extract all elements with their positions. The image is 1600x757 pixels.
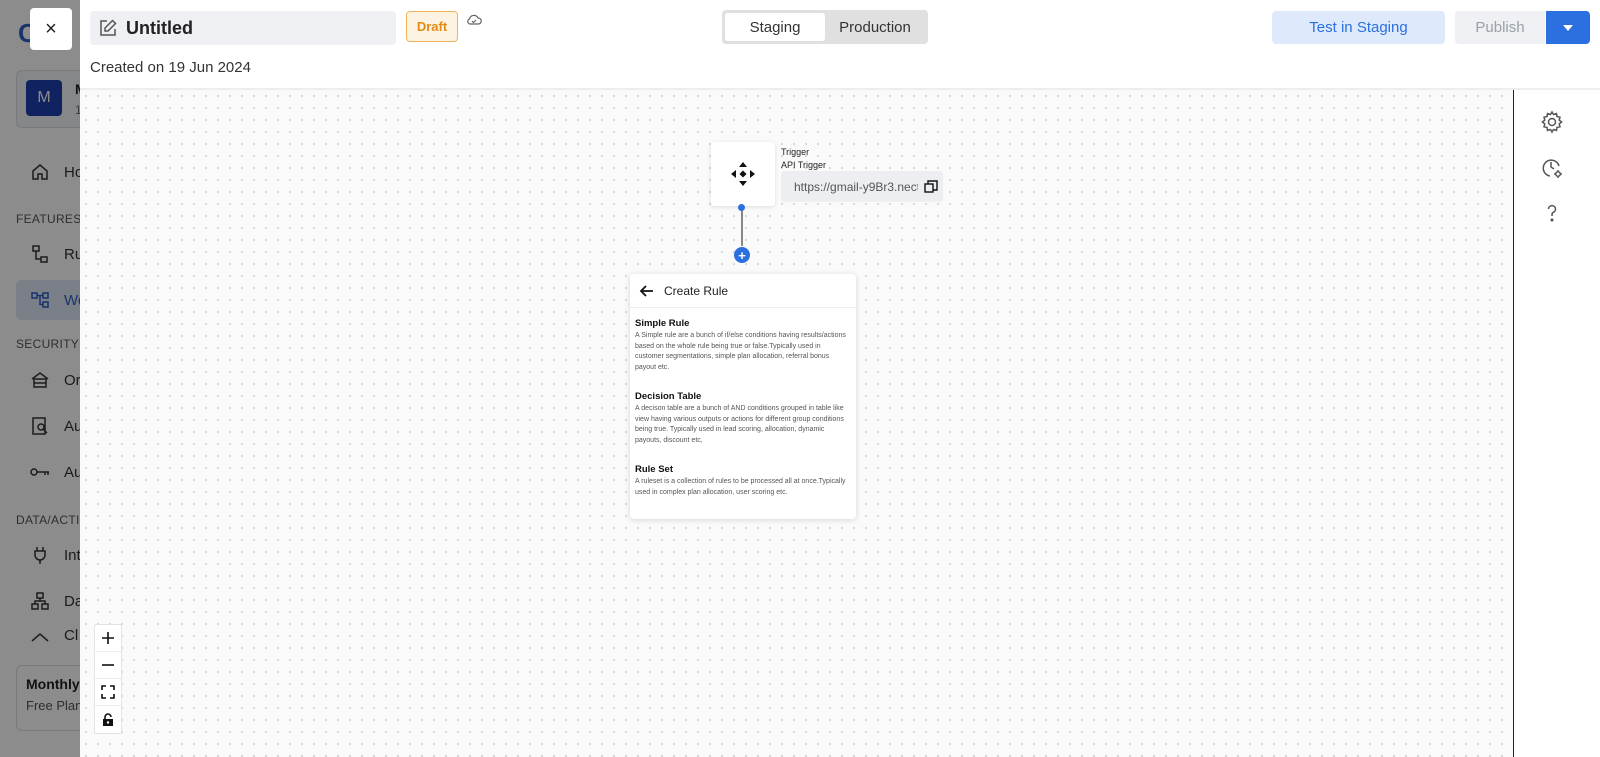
edit-icon bbox=[100, 19, 117, 36]
status-badge: Draft bbox=[406, 11, 458, 42]
back-arrow-icon[interactable] bbox=[639, 283, 655, 299]
rule-option-title: Rule Set bbox=[635, 464, 674, 475]
history-settings-button[interactable] bbox=[1538, 154, 1566, 182]
create-rule-header: Create Rule bbox=[630, 274, 856, 308]
env-option-production[interactable]: Production bbox=[825, 13, 925, 41]
workflow-title-field[interactable]: Untitled bbox=[90, 11, 396, 45]
api-trigger-icon bbox=[731, 162, 755, 186]
test-in-staging-button[interactable]: Test in Staging bbox=[1272, 11, 1445, 44]
trigger-url-field[interactable]: https://gmail-y9Br3.nectec bbox=[781, 171, 943, 202]
rule-option-title: Decision Table bbox=[635, 391, 702, 402]
trigger-type: API Trigger bbox=[781, 160, 827, 170]
connector-handle[interactable] bbox=[738, 204, 745, 211]
trigger-label: Trigger bbox=[781, 147, 810, 157]
rule-option-rule-set[interactable]: Rule Set A ruleset is a collection of ru… bbox=[630, 464, 856, 498]
help-button[interactable] bbox=[1538, 199, 1566, 227]
environment-toggle: Staging Production bbox=[722, 10, 928, 44]
create-rule-title: Create Rule bbox=[664, 283, 729, 298]
plus-icon: + bbox=[738, 247, 746, 263]
rule-option-simple-rule[interactable]: Simple Rule A Simple rule are a bunch of… bbox=[630, 318, 856, 373]
lock-button[interactable] bbox=[95, 706, 121, 733]
created-date: Created on 19 Jun 2024 bbox=[90, 59, 251, 76]
workflow-editor: Untitled Draft Created on 19 Jun 2024 St… bbox=[80, 0, 1600, 757]
rule-option-title: Simple Rule bbox=[635, 318, 690, 329]
fit-view-button[interactable] bbox=[95, 679, 121, 706]
settings-icon bbox=[1541, 110, 1563, 134]
publish-options-button[interactable] bbox=[1546, 11, 1590, 44]
rule-option-description: A Simple rule are a bunch of if/else con… bbox=[635, 332, 846, 371]
node-connector bbox=[741, 206, 743, 246]
settings-button[interactable] bbox=[1538, 108, 1566, 136]
workflow-canvas[interactable]: Trigger API Trigger https://gmail-y9Br3.… bbox=[80, 90, 1513, 757]
help-icon bbox=[1547, 204, 1557, 222]
rule-option-description: A ruleset is a collection of rules to be… bbox=[635, 478, 846, 496]
fit-view-icon bbox=[101, 685, 115, 699]
zoom-out-button[interactable] bbox=[95, 652, 121, 679]
publish-button[interactable]: Publish bbox=[1455, 11, 1545, 44]
zoom-in-button[interactable] bbox=[95, 625, 121, 652]
zoom-controls bbox=[94, 624, 122, 734]
lock-icon bbox=[103, 712, 113, 726]
create-rule-panel: Create Rule Simple Rule A Simple rule ar… bbox=[630, 274, 856, 519]
rule-option-description: A decison table are a bunch of AND condi… bbox=[635, 405, 844, 444]
workflow-title: Untitled bbox=[126, 17, 193, 38]
plus-icon bbox=[102, 632, 114, 644]
add-node-button[interactable]: + bbox=[734, 247, 750, 263]
rule-option-decision-table[interactable]: Decision Table A decison table are a bun… bbox=[630, 391, 856, 446]
history-settings-icon bbox=[1542, 159, 1562, 178]
caret-down-icon bbox=[1563, 24, 1573, 31]
trigger-url: https://gmail-y9Br3.nectec bbox=[794, 179, 918, 194]
copy-icon[interactable] bbox=[924, 179, 938, 194]
trigger-node[interactable] bbox=[711, 142, 775, 206]
right-toolbar bbox=[1513, 90, 1600, 757]
env-option-staging[interactable]: Staging bbox=[725, 13, 825, 41]
close-button[interactable]: × bbox=[30, 8, 72, 50]
minus-icon bbox=[102, 664, 114, 666]
cloud-sync-icon bbox=[467, 14, 482, 25]
close-icon: × bbox=[45, 17, 57, 40]
